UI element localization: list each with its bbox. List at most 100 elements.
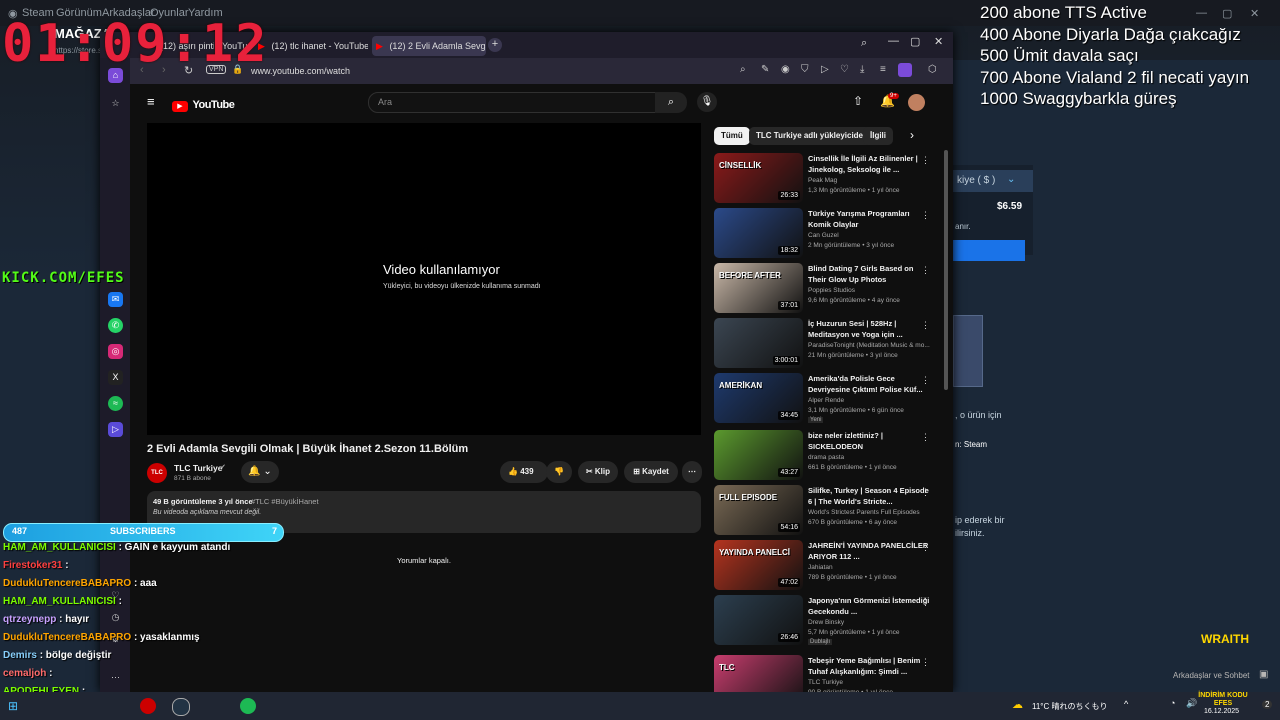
- video-thumbnail[interactable]: 18:32: [714, 208, 803, 258]
- more-options-icon[interactable]: ⋮: [921, 265, 930, 276]
- video-player[interactable]: Video kullanılamıyor Yükleyici, bu video…: [147, 123, 701, 435]
- player-icon[interactable]: ▷: [108, 422, 123, 437]
- zoom-icon[interactable]: ⌕: [740, 64, 746, 75]
- video-thumbnail[interactable]: 26:46: [714, 595, 803, 645]
- spotify-icon[interactable]: ≈: [108, 396, 123, 411]
- recommendation-item[interactable]: YAYINDA PANELCİ 47:02 JAHREİN'İ YAYINDA PA…: [714, 540, 946, 590]
- volume-icon[interactable]: 🔊: [1186, 698, 1197, 709]
- tray-chevron-icon[interactable]: ^: [1124, 699, 1128, 709]
- new-tab-button[interactable]: +: [488, 38, 502, 52]
- recommendation-item[interactable]: FULL EPISODE 54:16 Silifke, Turkey | Seaso…: [714, 485, 946, 535]
- more-options-icon[interactable]: ⋮: [921, 542, 930, 553]
- weather-text[interactable]: 11°C 晴れのちくもり: [1032, 701, 1108, 712]
- maximize-icon[interactable]: ▢: [910, 35, 920, 48]
- star-icon[interactable]: ☆: [108, 96, 123, 111]
- youtube-logo[interactable]: ▶ YouTube: [172, 95, 235, 113]
- video-thumbnail[interactable]: FULL EPISODE 54:16: [714, 485, 803, 535]
- video-thumbnail[interactable]: CİNSELLİK 26:33: [714, 153, 803, 203]
- recommendation-item[interactable]: 18:32 Türkiye Yarışma Programları Komik O…: [714, 208, 946, 258]
- play-icon[interactable]: ▷: [821, 64, 829, 75]
- subscribe-bell-button[interactable]: 🔔 ⌄: [241, 461, 279, 483]
- hamburger-icon[interactable]: ≡: [147, 94, 155, 109]
- download-icon[interactable]: ⤓: [860, 64, 864, 75]
- video-title-link[interactable]: Silifke, Turkey | Season 4 Episode 6 | T…: [808, 485, 930, 507]
- mic-icon[interactable]: 🎙: [697, 92, 717, 112]
- video-channel[interactable]: Drew Binsky: [808, 619, 844, 626]
- recommendation-item[interactable]: CİNSELLİK 26:33 Cinsellik İle İlgili Az Bi…: [714, 153, 946, 203]
- more-options-icon[interactable]: ⋮: [921, 320, 930, 331]
- channel-avatar[interactable]: TLC: [147, 463, 167, 483]
- shield-icon[interactable]: ⛉: [801, 64, 809, 75]
- friends-chat-button[interactable]: Arkadaşlar ve Sohbet ▣: [1163, 668, 1280, 686]
- recommendation-item[interactable]: 26:46 Japonya'nın Görmenizi İstemediği Ge…: [714, 595, 946, 645]
- currency-select[interactable]: kiye ( $ ) ⌄: [953, 170, 1033, 192]
- video-title-link[interactable]: JAHREİN'İ YAYINDA PANELCİLER ARIYOR 112 …: [808, 540, 930, 562]
- video-title-link[interactable]: İç Huzurun Sesi | 528Hz | Meditasyon ve …: [808, 318, 930, 340]
- notification-count[interactable]: 2: [1262, 700, 1273, 709]
- menu-icon[interactable]: ≡: [880, 64, 886, 75]
- history-icon[interactable]: ◷: [108, 610, 123, 625]
- profile-icon[interactable]: [898, 63, 912, 77]
- video-channel[interactable]: Can Guzel: [808, 232, 839, 239]
- messenger-icon[interactable]: ✉: [108, 292, 123, 307]
- whatsapp-icon[interactable]: ✆: [108, 318, 123, 333]
- x-icon[interactable]: X: [108, 370, 123, 385]
- clip-button[interactable]: ✂ Klip: [578, 461, 618, 483]
- instagram-icon[interactable]: ◎: [108, 344, 123, 359]
- dislike-button[interactable]: 👎: [546, 461, 572, 483]
- close-icon[interactable]: ✕: [934, 35, 943, 48]
- video-channel[interactable]: Alper Rende: [808, 397, 844, 404]
- browser-task-icon[interactable]: [140, 698, 156, 714]
- chips-next-icon[interactable]: ›: [910, 128, 914, 142]
- video-thumbnail[interactable]: AMERİKAN 34:45: [714, 373, 803, 423]
- recommendation-item[interactable]: 3:00:01 İç Huzurun Sesi | 528Hz | Meditas…: [714, 318, 946, 368]
- date[interactable]: 16.12.2025: [1204, 708, 1239, 715]
- tab-3[interactable]: ▶ (12) tlc ihanet - YouTube: [258, 36, 368, 56]
- video-channel[interactable]: Peak Mag: [808, 177, 837, 184]
- like-button[interactable]: 👍 439: [500, 461, 548, 483]
- video-thumbnail[interactable]: 43:27: [714, 430, 803, 480]
- avatar[interactable]: [908, 94, 925, 111]
- video-channel[interactable]: Poppies Studios: [808, 287, 855, 294]
- search-button[interactable]: ⌕: [655, 92, 687, 113]
- heart-icon[interactable]: ♡: [840, 64, 849, 75]
- steam-task-icon[interactable]: [172, 698, 190, 716]
- video-title-link[interactable]: Amerika'da Polisle Gece Devriyesine Çıkt…: [808, 373, 930, 395]
- video-title-link[interactable]: Blind Dating 7 Girls Based on Their Glow…: [808, 263, 930, 285]
- recommendation-item[interactable]: 43:27 bize neler izlettiniz? | SICKELODEO…: [714, 430, 946, 480]
- app-task-icon[interactable]: [240, 698, 256, 714]
- chip-all[interactable]: Tümü: [714, 127, 750, 145]
- video-thumbnail[interactable]: BEFORE AFTER 37:01: [714, 263, 803, 313]
- more-options-icon[interactable]: ⋮: [921, 375, 930, 386]
- chip-from-uploader[interactable]: TLC Turkiye adlı yükleyiciden: [749, 127, 875, 145]
- more-actions-button[interactable]: ⋯: [682, 461, 702, 483]
- recommendation-item[interactable]: BEFORE AFTER 37:01 Blind Dating 7 Girls Ba…: [714, 263, 946, 313]
- video-title-link[interactable]: Cinsellik İle İlgili Az Bilinenler | Jin…: [808, 153, 930, 175]
- more-options-icon[interactable]: ⋮: [921, 155, 930, 166]
- video-title-link[interactable]: Japonya'nın Görmenizi İstemediği Gecekon…: [808, 595, 930, 617]
- video-title-link[interactable]: bize neler izlettiniz? | SICKELODEON: [808, 430, 930, 452]
- channel-name[interactable]: TLC Turkiye: [174, 463, 223, 473]
- camera-icon[interactable]: ◉: [781, 64, 790, 75]
- extension-icon[interactable]: ⬡: [928, 64, 937, 75]
- search-input[interactable]: Ara: [368, 92, 656, 113]
- more-options-icon[interactable]: ⋮: [921, 432, 930, 443]
- upload-icon[interactable]: ⇧: [853, 94, 863, 108]
- video-thumbnail[interactable]: 3:00:01: [714, 318, 803, 368]
- chip-related[interactable]: İlgili: [863, 127, 893, 145]
- more-options-icon[interactable]: ⋮: [921, 210, 930, 221]
- video-title-link[interactable]: Tebeşir Yeme Bağımlısı | Benim Tuhaf Alı…: [808, 655, 930, 677]
- purchase-button[interactable]: [953, 240, 1025, 261]
- video-channel[interactable]: drama pasta: [808, 454, 844, 461]
- more-options-icon[interactable]: ⋮: [921, 597, 930, 608]
- video-channel[interactable]: Jahiatan: [808, 564, 833, 571]
- start-icon[interactable]: ⊞: [8, 699, 18, 713]
- video-channel[interactable]: TLC Turkiye: [808, 679, 843, 686]
- more-options-icon[interactable]: ⋮: [921, 657, 930, 668]
- wifi-icon[interactable]: ◔: [1170, 698, 1175, 708]
- video-title-link[interactable]: Türkiye Yarışma Programları Komik Olayla…: [808, 208, 930, 230]
- edit-icon[interactable]: ✎: [761, 64, 769, 75]
- save-button[interactable]: ⊞ Kaydet: [624, 461, 678, 483]
- search-tabs-icon[interactable]: ⌕: [861, 37, 867, 50]
- video-thumbnail[interactable]: YAYINDA PANELCİ 47:02: [714, 540, 803, 590]
